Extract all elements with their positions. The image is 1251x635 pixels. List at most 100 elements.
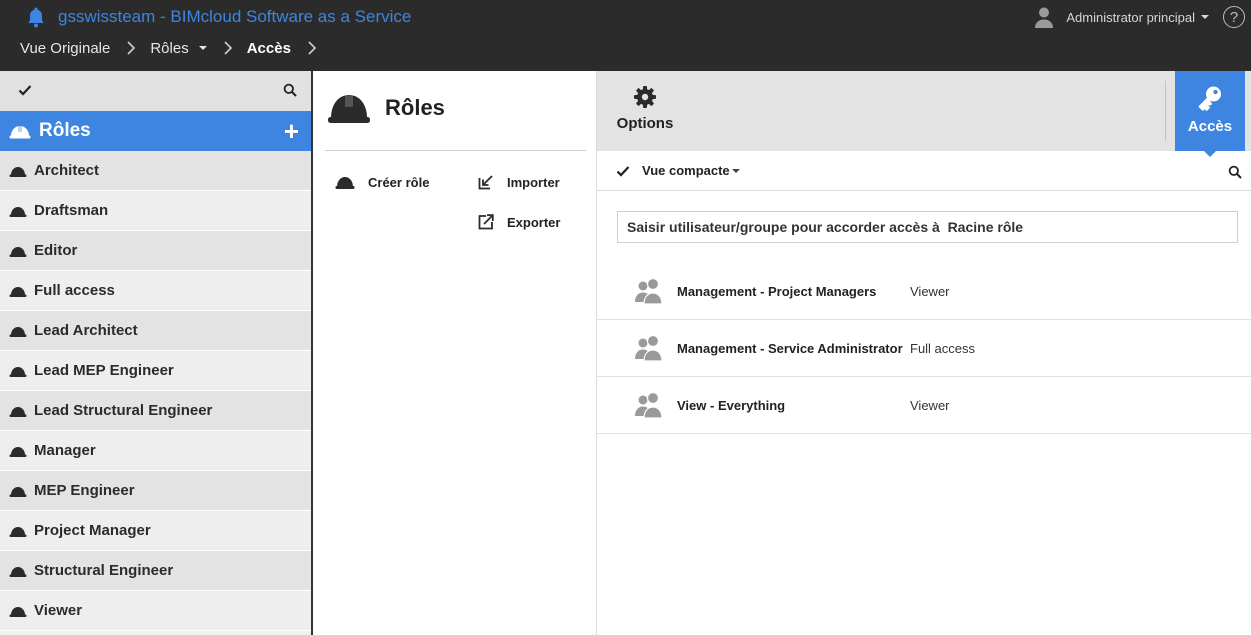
hard-hat-icon	[9, 326, 27, 337]
hard-hat-icon	[9, 366, 27, 377]
tab-bar: Options Accès	[597, 71, 1251, 157]
group-name: View - Everything	[677, 398, 786, 413]
sidebar-item-label: Manager	[34, 442, 96, 459]
sidebar-item-architect[interactable]: Architect	[0, 151, 311, 191]
sidebar-item-label: Lead Architect	[34, 322, 138, 339]
import-button[interactable]: Importer	[478, 174, 560, 190]
user-group-icon	[635, 334, 663, 362]
page-title: Rôles	[385, 95, 445, 120]
sidebar-item-lead-structural-engineer[interactable]: Lead Structural Engineer	[0, 391, 311, 431]
help-icon[interactable]: ?	[1223, 6, 1245, 28]
sidebar-item-draftsman[interactable]: Draftsman	[0, 191, 311, 231]
create-role-label[interactable]: Créer rôle	[368, 175, 429, 190]
gear-icon	[634, 86, 656, 108]
sidebar-header-label: Rôles	[39, 120, 91, 141]
chevron-down-icon[interactable]	[1201, 15, 1209, 19]
bell-icon[interactable]	[26, 6, 46, 28]
group-role[interactable]: Viewer	[910, 284, 950, 299]
sidebar-item-structural-engineer[interactable]: Structural Engineer	[0, 551, 311, 591]
sidebar-item-manager[interactable]: Manager	[0, 431, 311, 471]
hard-hat-icon	[9, 286, 27, 297]
group-name: Management - Service Administrator	[677, 341, 903, 356]
search-icon[interactable]	[283, 83, 297, 97]
hard-hat-icon	[9, 406, 27, 417]
hard-hat-icon	[9, 606, 27, 617]
sidebar-toolbar	[0, 71, 311, 111]
import-label[interactable]: Importer	[507, 175, 560, 190]
roles-detail-panel: Rôles Créer rôle Importer Exporter	[315, 71, 597, 635]
roles-list: Architect Draftsman Editor Full access L…	[0, 151, 311, 631]
sidebar-item-label: Structural Engineer	[34, 562, 174, 579]
sidebar-item-label: Lead MEP Engineer	[34, 362, 174, 379]
list-item[interactable]: Management - Service Administrator Full …	[597, 320, 1251, 377]
app-title[interactable]: gsswissteam - BIMcloud Software as a Ser…	[58, 7, 411, 27]
checkmark-icon[interactable]	[616, 164, 630, 178]
tab-access-label[interactable]: Accès	[1188, 118, 1232, 135]
hard-hat-icon	[9, 446, 27, 457]
user-group-icon	[635, 277, 663, 305]
group-role[interactable]: Viewer	[910, 398, 950, 413]
sidebar-item-label: Full access	[34, 282, 115, 299]
user-name[interactable]: Administrator principal	[1066, 10, 1195, 25]
tab-access[interactable]: Accès	[1175, 71, 1245, 151]
sidebar-item-lead-architect[interactable]: Lead Architect	[0, 311, 311, 351]
tab-options[interactable]: Options	[597, 71, 693, 151]
app-title-area: gsswissteam - BIMcloud Software as a Ser…	[26, 4, 411, 30]
list-item[interactable]: View - Everything Viewer	[597, 377, 1251, 434]
breadcrumb-item-roles[interactable]: Rôles	[150, 40, 207, 57]
create-role-button[interactable]: Créer rôle	[335, 174, 429, 190]
sidebar-item-label: Editor	[34, 242, 78, 259]
sidebar-item-project-manager[interactable]: Project Manager	[0, 511, 311, 551]
sidebar-item-editor[interactable]: Editor	[0, 231, 311, 271]
breadcrumb-label[interactable]: Accès	[247, 40, 291, 57]
hard-hat-icon	[9, 206, 27, 217]
add-role-button[interactable]: +	[284, 118, 299, 144]
checkmark-icon[interactable]	[18, 83, 32, 97]
chevron-down-icon[interactable]	[732, 169, 740, 173]
roles-sidebar: Rôles + Architect Draftsman Editor Full …	[0, 71, 313, 635]
export-button[interactable]: Exporter	[478, 214, 560, 230]
sidebar-item-lead-mep-engineer[interactable]: Lead MEP Engineer	[0, 351, 311, 391]
top-bar: gsswissteam - BIMcloud Software as a Ser…	[0, 0, 1251, 71]
breadcrumb-label[interactable]: Vue Originale	[20, 40, 110, 57]
view-mode-dropdown[interactable]: Vue compacte	[642, 163, 730, 178]
divider	[325, 150, 586, 151]
access-panel: Options Accès Vue compacte Man	[597, 71, 1251, 635]
access-list: Management - Project Managers Viewer Man…	[597, 263, 1251, 434]
chevron-down-icon[interactable]	[198, 46, 207, 50]
group-name: Management - Project Managers	[677, 284, 877, 299]
breadcrumb-item-access[interactable]: Accès	[247, 40, 291, 57]
sidebar-item-label: Viewer	[34, 602, 83, 619]
list-item[interactable]: Management - Project Managers Viewer	[597, 263, 1251, 320]
export-icon	[478, 214, 494, 230]
sidebar-item-full-access[interactable]: Full access	[0, 271, 311, 311]
view-toolbar: Vue compacte	[597, 151, 1251, 191]
breadcrumb: Vue Originale Rôles Accès	[20, 36, 331, 60]
sidebar-item-viewer[interactable]: Viewer	[0, 591, 311, 631]
hard-hat-icon	[9, 126, 31, 139]
sidebar-item-label: MEP Engineer	[34, 482, 135, 499]
panel-header: Rôles	[327, 91, 445, 125]
search-icon[interactable]	[1228, 165, 1242, 179]
key-icon	[1198, 86, 1221, 111]
sidebar-item-label: Architect	[34, 162, 100, 179]
user-icon	[1035, 7, 1054, 28]
chevron-right-icon	[127, 41, 136, 55]
sidebar-item-label: Project Manager	[34, 522, 151, 539]
sidebar-header-roles[interactable]: Rôles +	[0, 111, 311, 151]
chevron-right-icon	[308, 41, 317, 55]
group-role[interactable]: Full access	[910, 341, 975, 356]
chevron-right-icon	[224, 41, 232, 55]
user-group-icon	[635, 391, 663, 419]
hard-hat-icon	[335, 177, 355, 189]
export-label[interactable]: Exporter	[507, 215, 560, 230]
breadcrumb-label[interactable]: Rôles	[150, 40, 188, 57]
tab-options-label[interactable]: Options	[617, 115, 674, 132]
divider	[1165, 81, 1166, 141]
sidebar-item-label: Lead Structural Engineer	[34, 402, 213, 419]
sidebar-item-label: Draftsman	[34, 202, 109, 219]
user-menu[interactable]: Administrator principal ?	[1034, 4, 1251, 30]
sidebar-item-mep-engineer[interactable]: MEP Engineer	[0, 471, 311, 511]
grant-access-input[interactable]	[617, 211, 1238, 243]
breadcrumb-item-original-view[interactable]: Vue Originale	[20, 40, 110, 57]
